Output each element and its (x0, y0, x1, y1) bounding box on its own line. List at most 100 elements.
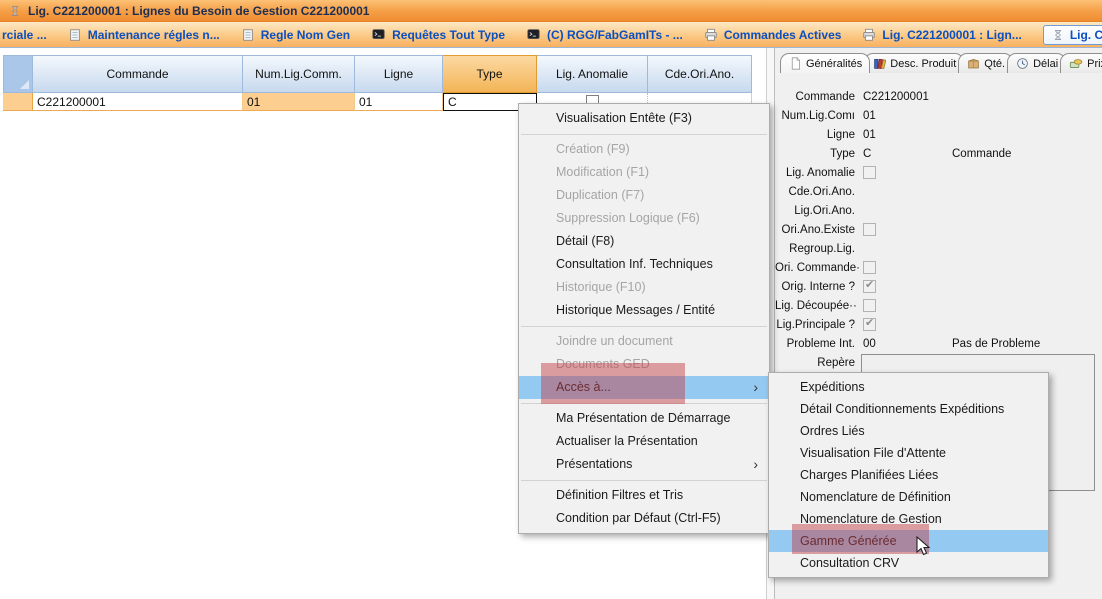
checkbox-lig-principale[interactable] (863, 318, 876, 331)
menu-item-label: Charges Planifiées Liées (800, 468, 938, 482)
field-orig-interne: Orig. Interne ? (775, 278, 1102, 297)
select-all-corner[interactable] (3, 55, 33, 93)
menu-item-label: Visualisation File d'Attente (800, 446, 946, 460)
column-header-type[interactable]: Type (443, 55, 537, 93)
field-label: Cde.Ori.Ano. (775, 186, 855, 198)
tab-commandes-actives[interactable]: Commandes Actives (704, 28, 842, 42)
column-header-num-lig-comm[interactable]: Num.Lig.Comm. (243, 55, 355, 93)
field-lig-ori-ano: Lig.Ori.Ano. (775, 202, 1102, 221)
menu-item-expeditions[interactable]: Expéditions (769, 376, 1048, 398)
menu-item-visualisation-entete-f3[interactable]: Visualisation Entête (F3) (519, 107, 769, 130)
field-label: Type (775, 148, 855, 160)
cell-ligne[interactable]: 01 (355, 93, 443, 111)
menu-item-label: Ordres Liés (800, 424, 865, 438)
field-repere: Repère (775, 354, 1102, 373)
menu-item-creation-f9: Création (F9) (519, 138, 769, 161)
mouse-cursor (916, 536, 932, 563)
menu-item-charges-planifiees-liees[interactable]: Charges Planifiées Liées (769, 464, 1048, 486)
hourglass-icon (1052, 28, 1064, 42)
context-menu: Visualisation Entête (F3) Création (F9)Mo… (518, 103, 770, 534)
window-title: Lig. C221200001 : Lignes du Besoin de Ge… (28, 4, 369, 18)
field-label: Lig.Principale ? (775, 319, 855, 331)
menu-item-label: Historique Messages / Entité (556, 303, 715, 317)
tab-regle-nom-gen[interactable]: Regle Nom Gen (241, 28, 350, 42)
money-icon (1069, 57, 1083, 70)
panel-tab-bar: Généralités Desc. ProduitQté. DélaiPrix (780, 53, 1102, 73)
tab-maintenance-regles-n[interactable]: Maintenance régles n... (68, 28, 220, 42)
tab-label: Commandes Actives (724, 28, 842, 42)
panel-tab-label: Délai (1033, 58, 1058, 70)
column-header-cde-ori-ano[interactable]: Cde.Ori.Ano. (648, 55, 752, 93)
cell-commande[interactable]: C221200001 (33, 93, 243, 111)
menu-item-ordres-lies[interactable]: Ordres Liés (769, 420, 1048, 442)
checkbox-lig-decoupee[interactable] (863, 299, 876, 312)
menu-item-label: Duplication (F7) (556, 188, 644, 202)
tab-c-rgg-fabgamits[interactable]: (C) RGG/FabGamITs - ... (526, 28, 683, 42)
menu-item-condition-par-defaut-ctrl-f5[interactable]: Condition par Défaut (Ctrl-F5) (519, 507, 769, 530)
field-lig-decoupee: Lig. Découpée·· (775, 297, 1102, 316)
menu-item-suppression-logique-f6: Suppression Logique (F6) (519, 207, 769, 230)
field-label: Probleme Int. (775, 338, 855, 350)
grid-header-row: CommandeNum.Lig.Comm.LigneTypeLig. Anoma… (3, 55, 752, 93)
column-header-lig-anomalie[interactable]: Lig. Anomalie (537, 55, 648, 93)
field-probleme-int: Probleme Int.00Pas de Probleme (775, 335, 1102, 354)
tab-rciale[interactable]: rciale ... (2, 28, 47, 42)
checkbox-lig-anomalie[interactable] (863, 166, 876, 179)
field-commande: Commande C221200001 (775, 88, 1102, 107)
tab-lig-c221200001-lign[interactable]: Lig. C221200001 : Lign... (1043, 25, 1102, 45)
checkbox-ori-commande[interactable] (863, 261, 876, 274)
menu-item-actualiser-la-presentation[interactable]: Actualiser la Présentation (519, 430, 769, 453)
field-lig-anomalie: Lig. Anomalie (775, 164, 1102, 183)
tab-lig-c221200001-lign[interactable]: Lig. C221200001 : Lign... (862, 28, 1021, 42)
field-value: C221200001 (863, 91, 929, 103)
field-label: Ori. Commande· (775, 262, 855, 274)
checkbox-ori-ano-existe[interactable] (863, 223, 876, 236)
field-label: Lig.Ori.Ano. (775, 205, 855, 217)
menu-item-label: Visualisation Entête (F3) (556, 111, 692, 125)
panel-tab-delai[interactable]: Délai (1007, 53, 1066, 73)
menu-item-consultation-crv[interactable]: Consultation CRV (769, 552, 1048, 574)
menu-item-label: Actualiser la Présentation (556, 434, 698, 448)
panel-tab-desc-produit[interactable]: Desc. Produit (864, 53, 964, 73)
menu-item-visualisation-file-d-attente[interactable]: Visualisation File d'Attente (769, 442, 1048, 464)
tab-label: Regle Nom Gen (261, 28, 350, 42)
menu-separator (521, 326, 767, 327)
panel-tab-qte[interactable]: Qté. (958, 53, 1013, 73)
cell-value: 01 (359, 95, 372, 109)
panel-tab-prix[interactable]: Prix (1060, 53, 1102, 73)
window-tab-strip: rciale ... Maintenance régles n... Regle N… (0, 22, 1102, 48)
menu-item-presentations[interactable]: Présentations› (519, 453, 769, 476)
menu-item-detail-conditionnements-expeditions[interactable]: Détail Conditionnements Expéditions (769, 398, 1048, 420)
field-num-lig-com: Num.Lig.Comı01 (775, 107, 1102, 126)
menu-item-detail-f8[interactable]: Détail (F8) (519, 230, 769, 253)
panel-tab-label: Desc. Produit (890, 58, 956, 70)
menu-item-joindre-un-document: Joindre un document (519, 330, 769, 353)
menu-item-label: Détail Conditionnements Expéditions (800, 402, 1004, 416)
menu-item-modification-f1: Modification (F1) (519, 161, 769, 184)
box-icon (967, 57, 980, 70)
console-icon (371, 28, 386, 41)
menu-item-historique-messages-entite[interactable]: Historique Messages / Entité (519, 299, 769, 322)
menu-item-label: Consultation Inf. Techniques (556, 257, 713, 271)
cell-num-lig-comm[interactable]: 01 (243, 93, 355, 111)
tab-requetes-tout-type[interactable]: Requêtes Tout Type (371, 28, 505, 42)
menu-item-label: Joindre un document (556, 334, 673, 348)
tab-label: rciale ... (2, 28, 47, 42)
menu-item-consultation-inf-techniques[interactable]: Consultation Inf. Techniques (519, 253, 769, 276)
field-label: Lig. Anomalie (775, 167, 855, 179)
row-selector[interactable] (3, 93, 33, 111)
field-lig-principale: Lig.Principale ? (775, 316, 1102, 335)
menu-item-ma-presentation-de-demarrage[interactable]: Ma Présentation de Démarrage (519, 407, 769, 430)
menu-item-definition-filtres-et-tris[interactable]: Définition Filtres et Tris (519, 484, 769, 507)
field-label: Commande (775, 91, 855, 103)
panel-tab-generalites[interactable]: Généralités (780, 53, 870, 73)
column-header-ligne[interactable]: Ligne (355, 55, 443, 93)
menu-item-duplication-f7: Duplication (F7) (519, 184, 769, 207)
checkbox-orig-interne[interactable] (863, 280, 876, 293)
printer-icon (862, 28, 876, 42)
menu-item-nomenclature-de-definition[interactable]: Nomenclature de Définition (769, 486, 1048, 508)
column-header-commande[interactable]: Commande (33, 55, 243, 93)
menu-item-label: Expéditions (800, 380, 865, 394)
menu-separator (521, 134, 767, 135)
panel-tab-label: Généralités (806, 58, 862, 70)
